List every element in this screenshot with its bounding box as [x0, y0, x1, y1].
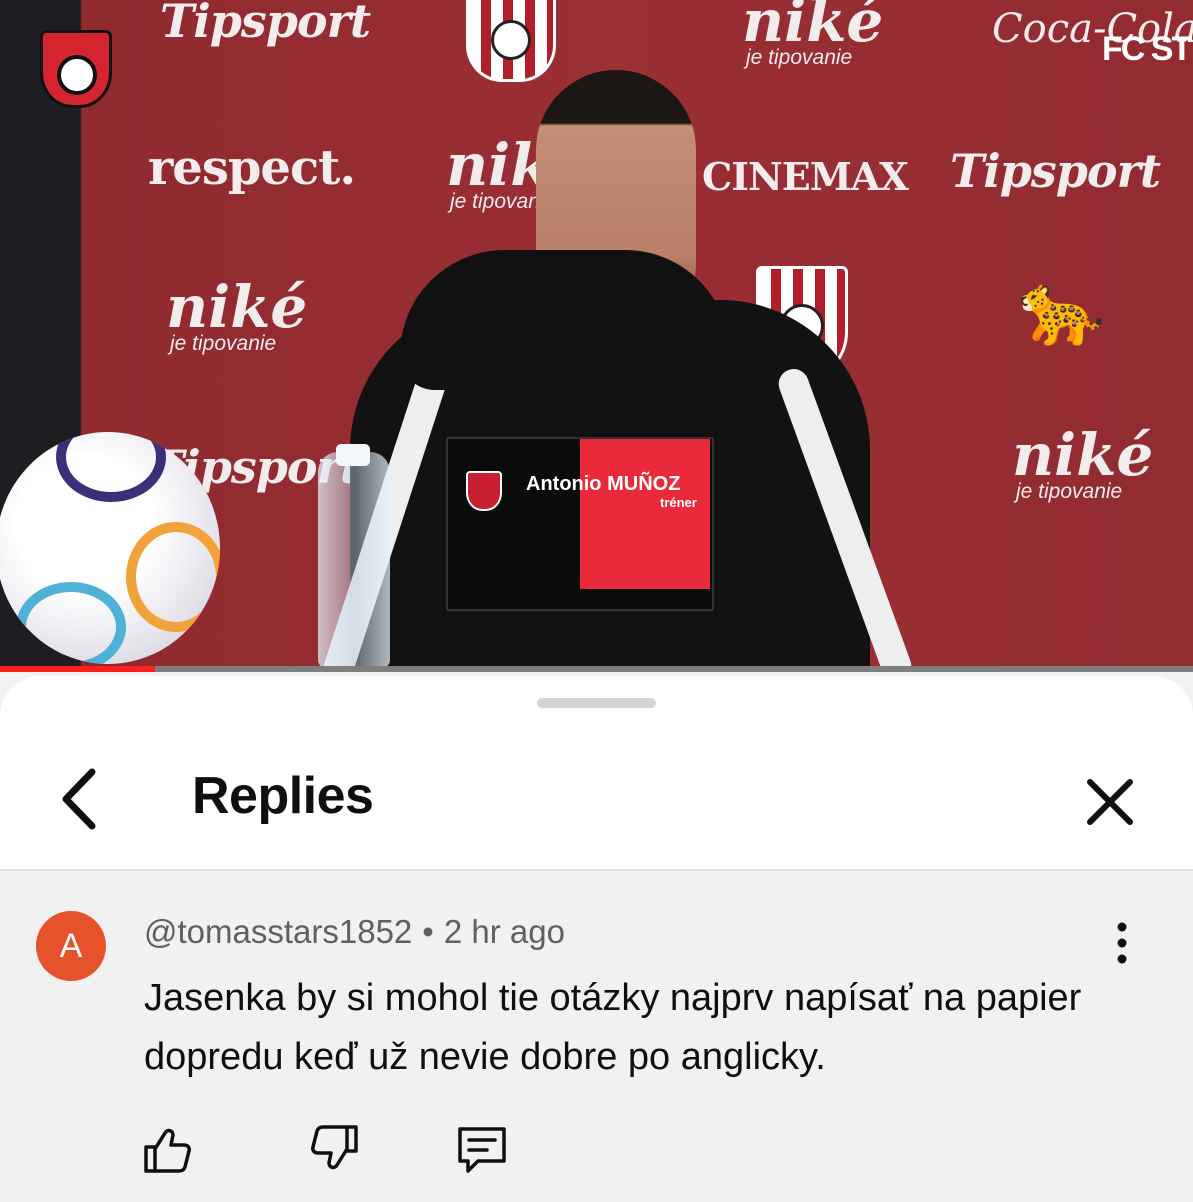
back-button[interactable] [52, 764, 112, 834]
nameplate-crest [466, 471, 502, 511]
nameplate: Antonio MUÑOZ tréner [446, 437, 714, 611]
video-progress-bar[interactable] [0, 666, 1193, 672]
video-player[interactable]: Tipsport niké je tipovanie Coca-Cola FC S… [0, 0, 1193, 672]
comment-time: 2 hr ago [443, 913, 565, 950]
dislike-button[interactable] [306, 1121, 362, 1177]
reply-comment: A @tomasstars1852 • 2 hr ago Jasenka by si… [0, 869, 1193, 1202]
sponsor-respect: respect. [148, 140, 356, 196]
drag-handle[interactable] [537, 698, 656, 708]
comment-author[interactable]: @tomasstars1852 [144, 913, 412, 950]
more-options-button[interactable] [1100, 921, 1144, 965]
sponsor-tipsport: Tipsport [950, 144, 1161, 198]
sponsor-cinemax: CINEMAX [702, 154, 909, 199]
club-crest [466, 0, 556, 82]
sponsor-nike: niké je tipovanie [1012, 421, 1154, 503]
meta-separator: • [422, 913, 434, 950]
sheet-title: Replies [192, 767, 374, 825]
puma-logo: 🐆 [1018, 268, 1106, 350]
comment-text: Jasenka by si mohol tie otázky najprv na… [144, 977, 1082, 1078]
speaker-name: Antonio MUÑOZ [526, 473, 681, 495]
water-bottle [318, 444, 390, 668]
reply-icon [458, 1127, 506, 1173]
close-button[interactable] [1078, 770, 1142, 834]
sponsor-nike: niké je tipovanie [742, 0, 884, 69]
speaker-hood [400, 250, 730, 390]
replies-sheet: Replies A @tomasstars1852 • 2 hr ago Jasen… [0, 676, 1193, 1202]
like-button[interactable] [140, 1121, 196, 1177]
football [0, 432, 220, 664]
club-logo [40, 30, 112, 108]
sheet-header: Replies [0, 716, 1193, 868]
fcst-logo: FC ST [1102, 30, 1192, 68]
more-vert-icon [1117, 922, 1127, 964]
thumbs-up-icon [144, 1128, 191, 1173]
comment-meta: @tomasstars1852 • 2 hr ago [144, 913, 565, 951]
thumbs-down-icon [311, 1125, 358, 1170]
sponsor-tipsport: Tipsport [160, 0, 371, 48]
sponsor-nike: niké je tipovanie [166, 273, 308, 355]
close-icon [1087, 779, 1133, 825]
avatar[interactable]: A [36, 911, 106, 981]
chevron-left-icon [62, 768, 96, 830]
video-progress-fill [0, 666, 156, 672]
speaker-role: tréner [660, 495, 697, 510]
reply-button[interactable] [454, 1121, 510, 1177]
